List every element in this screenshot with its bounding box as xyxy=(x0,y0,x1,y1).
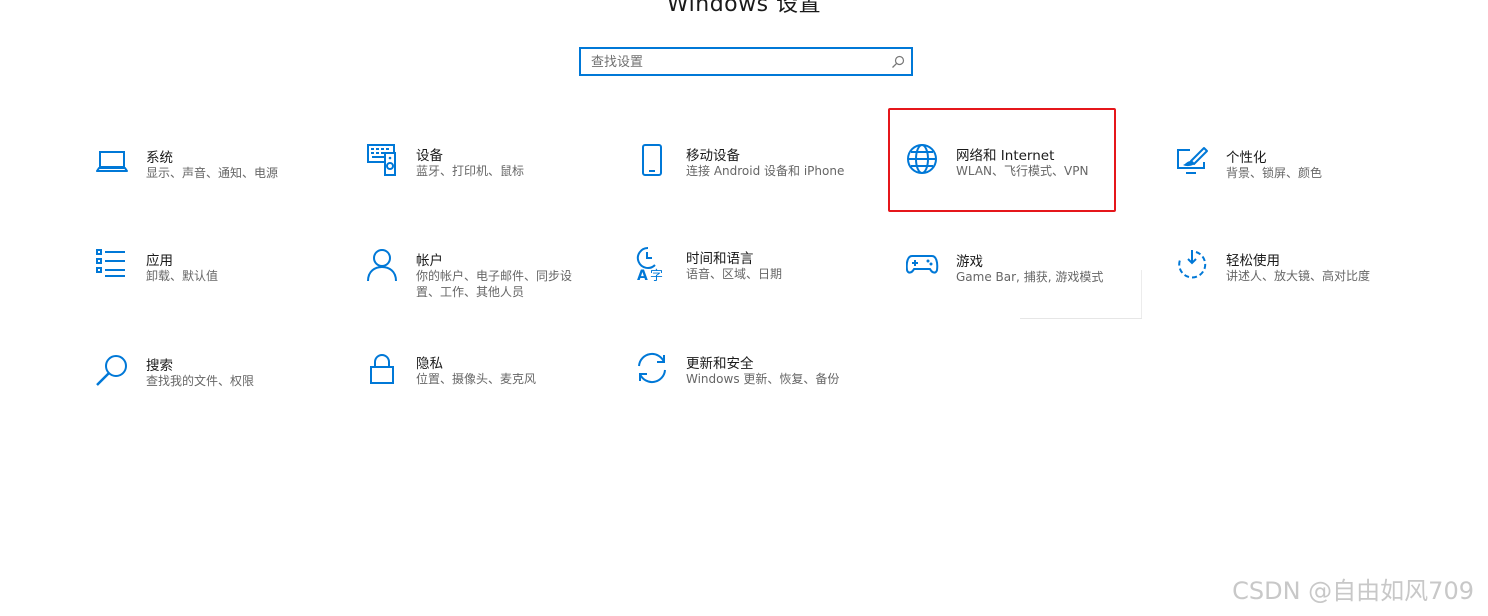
tile-description: 卸载、默认值 xyxy=(146,269,219,283)
tile-apps[interactable]: 应用 卸载、默认值 xyxy=(96,249,346,319)
person-icon xyxy=(366,249,400,283)
watermark: CSDN @自由如风709 xyxy=(1232,577,1474,605)
laptop-icon xyxy=(96,146,130,180)
tile-title: 应用 xyxy=(146,253,173,269)
tile-title: 帐户 xyxy=(416,253,443,269)
tile-title: 更新和安全 xyxy=(686,356,754,372)
tile-title: 隐私 xyxy=(416,356,443,372)
search-input[interactable] xyxy=(591,52,881,72)
tile-title: 个性化 xyxy=(1226,150,1267,166)
tile-system[interactable]: 系统 显示、声音、通知、电源 xyxy=(96,146,346,216)
time-language-icon: A字 xyxy=(636,247,670,281)
tile-title: 移动设备 xyxy=(686,148,740,164)
tile-description: 连接 Android 设备和 iPhone xyxy=(686,164,845,178)
tile-description: 背景、锁屏、颜色 xyxy=(1226,166,1323,180)
tile-personalization[interactable]: 个性化 背景、锁屏、颜色 xyxy=(1176,146,1426,216)
paint-brush-icon xyxy=(1176,146,1210,180)
ease-of-access-icon xyxy=(1176,249,1210,283)
page-title: Windows 设置 xyxy=(666,0,822,17)
tile-mobile[interactable]: 移动设备 连接 Android 设备和 iPhone xyxy=(636,144,886,214)
tile-title: 搜索 xyxy=(146,358,173,374)
tile-title: 系统 xyxy=(146,150,173,166)
tile-description: 你的帐户、电子邮件、同步设置、工作、其他人员 xyxy=(416,269,573,299)
tile-description: 位置、摄像头、麦克风 xyxy=(416,372,537,386)
tile-title: 时间和语言 xyxy=(686,251,754,267)
tile-description: Game Bar, 捕获, 游戏模式 xyxy=(956,270,1104,284)
tile-title: 轻松使用 xyxy=(1226,253,1280,269)
highlight-annotation-box xyxy=(888,108,1116,212)
search-box[interactable] xyxy=(579,47,913,76)
tile-search[interactable]: 搜索 查找我的文件、权限 xyxy=(96,354,346,424)
gamepad-icon xyxy=(906,250,940,284)
tile-privacy[interactable]: 隐私 位置、摄像头、麦克风 xyxy=(366,352,616,422)
tile-description: 查找我的文件、权限 xyxy=(146,374,255,388)
keyboard-speaker-icon xyxy=(366,144,400,178)
hover-shadow xyxy=(1141,270,1142,318)
tile-description: 语音、区域、日期 xyxy=(686,267,783,281)
search-icon xyxy=(96,354,130,388)
tile-update-security[interactable]: 更新和安全 Windows 更新、恢复、备份 xyxy=(636,352,886,422)
tile-title: 游戏 xyxy=(956,254,983,270)
sync-arrows-icon xyxy=(636,352,670,386)
lock-icon xyxy=(366,352,400,386)
tile-description: Windows 更新、恢复、备份 xyxy=(686,372,840,386)
phone-icon xyxy=(636,144,670,178)
tile-description: 讲述人、放大镜、高对比度 xyxy=(1226,269,1371,283)
search-icon[interactable] xyxy=(891,55,905,69)
apps-list-icon xyxy=(96,249,130,283)
tile-ease-of-access[interactable]: 轻松使用 讲述人、放大镜、高对比度 xyxy=(1176,249,1426,319)
tile-gaming[interactable]: 游戏 Game Bar, 捕获, 游戏模式 xyxy=(906,250,1156,320)
tile-description: 蓝牙、打印机、鼠标 xyxy=(416,164,525,178)
tile-devices[interactable]: 设备 蓝牙、打印机、鼠标 xyxy=(366,144,616,214)
tile-accounts[interactable]: 帐户 你的帐户、电子邮件、同步设置、工作、其他人员 xyxy=(366,249,616,319)
tile-title: 设备 xyxy=(416,148,443,164)
tile-description: 显示、声音、通知、电源 xyxy=(146,166,279,180)
svg-text:A: A xyxy=(637,268,648,281)
hover-shadow xyxy=(1020,318,1142,319)
svg-text:字: 字 xyxy=(650,269,663,281)
tile-time-language[interactable]: A字 时间和语言 语音、区域、日期 xyxy=(636,247,886,317)
